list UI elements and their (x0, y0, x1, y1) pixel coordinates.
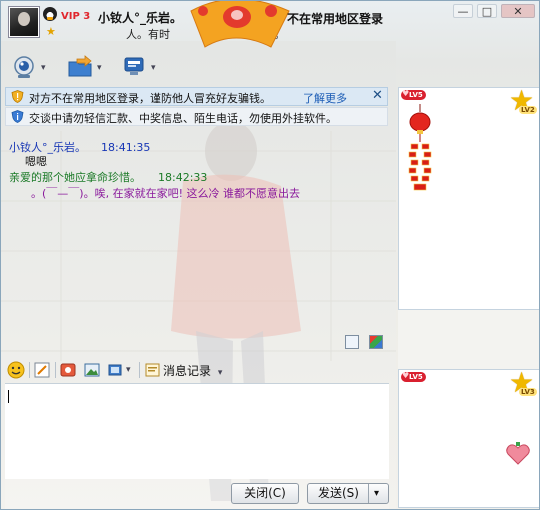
remote-assist-icon (124, 57, 144, 75)
chevron-down-icon: ▾ (217, 368, 223, 378)
contact-signature-tail: ……绒。 (241, 28, 285, 41)
font-style-icon[interactable] (33, 361, 51, 379)
message-header: 亲爱的那个她应拿命珍惜。 18:42:33 (9, 169, 207, 185)
learn-more-link[interactable]: 了解更多 (303, 90, 347, 106)
warning-text: 对方不在常用地区登录，谨防他人冒充好友骗钱。 (29, 92, 271, 105)
sender-name: 亲爱的那个她应拿命珍惜。 (9, 171, 141, 184)
separator (29, 362, 30, 378)
level-badge: LV5 (401, 89, 426, 100)
chevron-down-icon[interactable]: ▾ (41, 63, 46, 73)
view-tools (345, 335, 389, 352)
send-label: 发送(S) (318, 486, 359, 500)
close-window-button[interactable]: ✕ (501, 4, 535, 18)
separator (139, 362, 140, 378)
fullscreen-icon[interactable] (345, 335, 359, 349)
folder-transfer-icon (68, 55, 92, 77)
video-call-button[interactable]: ▾ (9, 53, 53, 81)
minimize-button[interactable]: — (453, 4, 473, 18)
status-title: 不在常用地区登录 (287, 12, 384, 26)
send-button[interactable]: 发送(S) ▾ (307, 483, 389, 504)
sender-name: 小钕人°_乐岩。 (9, 141, 86, 154)
separator (368, 484, 369, 503)
contact-avatar[interactable] (9, 7, 39, 37)
self-show-panel[interactable]: LV5 ★ LV3 (398, 366, 539, 508)
remote-login-warning: 对方不在常用地区登录，谨防他人冒充好友骗钱。 了解更多 ✕ (5, 87, 388, 106)
history-label: 消息记录 (163, 364, 212, 378)
input-toolbar: ▾ 消息记录 ▾ (5, 358, 389, 382)
title-bar[interactable]: ★ VIP 3 小钕人°_乐岩。 人。有时 ……绒。 不在常用地区登录 — □ … (1, 1, 539, 48)
level-badge: LV5 (401, 371, 426, 382)
contact-show-panel[interactable]: LV5 ★ LV2 (398, 84, 539, 310)
message-text: 。(￣—￣)。唉, 在家就在家吧! 这么冷 谁都不愿意出去 (31, 187, 300, 200)
screenshot-icon[interactable] (107, 361, 125, 379)
lantern-firecracker-icon (408, 104, 432, 191)
safety-tip: 交谈中请勿轻信汇款、中奖信息、陌生电话，勿使用外挂软件。 (5, 107, 388, 126)
message-time: 18:42:33 (158, 171, 208, 184)
separator (55, 362, 56, 378)
contact-signature: 人。有时 (126, 28, 170, 41)
chat-window: ★ VIP 3 小钕人°_乐岩。 人。有时 ……绒。 不在常用地区登录 — □ … (0, 0, 540, 510)
image-icon[interactable] (83, 361, 101, 379)
message-input[interactable] (5, 383, 389, 479)
magic-emoticon-icon[interactable] (59, 361, 77, 379)
message-time: 18:41:35 (101, 141, 151, 154)
shield-info-icon (11, 110, 24, 123)
chevron-down-icon[interactable]: ▾ (126, 365, 131, 375)
chevron-down-icon[interactable]: ▾ (151, 63, 156, 73)
message-history[interactable]: 小钕人°_乐岩。 18:41:35 嗯嗯 亲爱的那个她应拿命珍惜。 18:42:… (1, 129, 389, 354)
safety-text: 交谈中请勿轻信汇款、中奖信息、陌生电话，勿使用外挂软件。 (29, 112, 337, 125)
message-text: 嗯嗯 (25, 155, 47, 168)
text-cursor (8, 390, 9, 403)
chevron-down-icon[interactable]: ▾ (374, 484, 379, 503)
action-bar: 关闭(C) 发送(S) ▾ (5, 479, 389, 509)
close-icon[interactable]: ✕ (372, 88, 383, 103)
close-button[interactable]: 关闭(C) (231, 483, 299, 504)
history-icon[interactable] (144, 361, 162, 379)
remote-assist-button[interactable]: ▾ (119, 53, 163, 81)
penguin-icon (43, 7, 57, 21)
emoji-icon[interactable] (7, 361, 25, 379)
webcam-icon (14, 56, 34, 78)
heart-cake-icon (506, 442, 530, 465)
panel-divider (398, 310, 539, 369)
crown-icon: ★ (46, 25, 56, 38)
message-history-button[interactable]: 消息记录 ▾ (163, 362, 222, 379)
star-level: LV2 (519, 106, 537, 114)
theme-icon[interactable] (368, 335, 383, 349)
contact-name[interactable]: 小钕人°_乐岩。 (98, 9, 182, 26)
maximize-button[interactable]: □ (477, 4, 497, 18)
shield-warning-icon (11, 90, 24, 103)
vip-badge[interactable]: VIP 3 (61, 11, 90, 22)
chevron-down-icon[interactable]: ▾ (97, 63, 102, 73)
star-level: LV3 (519, 388, 537, 396)
send-file-button[interactable]: ▾ (65, 53, 109, 81)
